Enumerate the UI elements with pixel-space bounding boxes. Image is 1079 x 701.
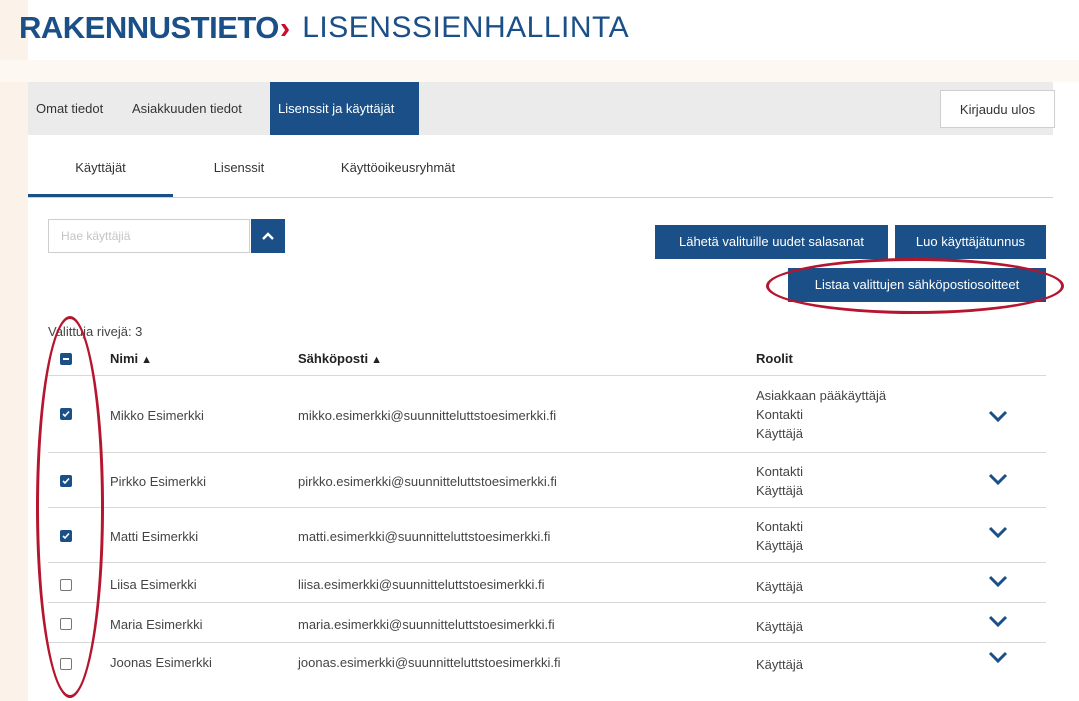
role-label: Kontakti (756, 407, 803, 422)
page-backdrop-left (0, 0, 28, 701)
user-roles: Kontakti Käyttäjä (756, 462, 803, 500)
role-label: Käyttäjä (756, 483, 803, 498)
user-name: Mikko Esimerkki (110, 408, 204, 423)
table-row[interactable]: Pirkko Esimerkki pirkko.esimerkki@suunni… (48, 453, 1046, 508)
column-header-email[interactable]: Sähköposti ▲︎ (298, 342, 382, 376)
user-email: mikko.esimerkki@suunnitteluttstoesimerkk… (298, 408, 557, 423)
column-header-roles: Roolit (756, 351, 793, 366)
selected-rows-count: Valittuja rivejä: 3 (48, 324, 143, 339)
column-header-email-label: Sähköposti (298, 351, 369, 366)
create-user-button[interactable]: Luo käyttäjätunnus (895, 225, 1046, 259)
column-header-name-label: Nimi (110, 351, 139, 366)
user-email: matti.esimerkki@suunnitteluttstoesimerkk… (298, 529, 551, 544)
select-all-checkbox[interactable] (60, 353, 72, 365)
search-input[interactable] (48, 219, 250, 253)
user-roles: Käyttäjä (756, 655, 803, 674)
user-roles: Käyttäjä (756, 577, 803, 596)
user-name: Pirkko Esimerkki (110, 474, 207, 489)
user-roles: Käyttäjä (756, 617, 803, 636)
role-label: Käyttäjä (756, 538, 803, 553)
chevron-up-icon (262, 232, 274, 240)
row-checkbox[interactable] (60, 618, 72, 630)
top-navigation: Omat tiedot Asiakkuuden tiedot Lisenssit… (28, 82, 1053, 135)
tab-omat-tiedot[interactable]: Omat tiedot (28, 82, 124, 135)
chevron-down-icon[interactable] (988, 409, 1008, 423)
tab-lisenssit-ja-kayttajat[interactable]: Lisenssit ja käyttäjät (270, 82, 419, 135)
user-name: Liisa Esimerkki (110, 577, 197, 592)
column-header-name[interactable]: Nimi ▲︎ (110, 342, 152, 376)
row-checkbox[interactable] (60, 530, 72, 542)
row-checkbox[interactable] (60, 475, 72, 487)
sort-icon[interactable]: ▲︎ (371, 354, 382, 366)
table-header: Nimi ▲︎ Sähköposti ▲︎ Roolit (48, 342, 1046, 376)
row-checkbox[interactable] (60, 579, 72, 591)
table-row[interactable]: Matti Esimerkki matti.esimerkki@suunnitt… (48, 508, 1046, 563)
role-label: Käyttäjä (756, 619, 803, 634)
send-passwords-button[interactable]: Lähetä valituille uudet salasanat (655, 225, 888, 259)
list-emails-button[interactable]: Listaa valittujen sähköpostiosoitteet (788, 268, 1046, 302)
checkmark-icon (62, 532, 70, 540)
subtab-kayttooikeusryhmat[interactable]: Käyttöoikeusryhmät (313, 145, 483, 197)
subtab-kayttajat[interactable]: Käyttäjät (28, 145, 173, 197)
table-row[interactable]: Mikko Esimerkki mikko.esimerkki@suunnitt… (48, 376, 1046, 453)
chevron-down-icon[interactable] (988, 614, 1008, 628)
app-header: RAKENNUSTIETO › LISENSSIENHALLINTA (19, 8, 629, 48)
role-label: Käyttäjä (756, 657, 803, 672)
subtab-lisenssit[interactable]: Lisenssit (186, 145, 292, 197)
tab-asiakkuuden-tiedot[interactable]: Asiakkuuden tiedot (124, 82, 270, 135)
chevron-down-icon[interactable] (988, 472, 1008, 486)
app-title: LISENSSIENHALLINTA (302, 11, 630, 44)
user-roles: Asiakkaan pääkäyttäjä Kontakti Käyttäjä (756, 386, 886, 443)
user-name: Joonas Esimerkki (110, 655, 212, 670)
checkmark-icon (62, 477, 70, 485)
logout-button[interactable]: Kirjaudu ulos (940, 90, 1055, 128)
role-label: Kontakti (756, 464, 803, 479)
brand-mark-icon: › (279, 10, 291, 45)
table-row[interactable]: Liisa Esimerkki liisa.esimerkki@suunnitt… (48, 563, 1046, 603)
row-checkbox[interactable] (60, 408, 72, 420)
user-name: Maria Esimerkki (110, 617, 203, 632)
table-row[interactable]: Maria Esimerkki maria.esimerkki@suunnitt… (48, 603, 1046, 643)
row-checkbox[interactable] (60, 658, 72, 670)
role-label: Käyttäjä (756, 579, 803, 594)
role-label: Asiakkaan pääkäyttäjä (756, 388, 887, 403)
sort-icon[interactable]: ▲︎ (141, 354, 152, 366)
chevron-down-icon[interactable] (988, 574, 1008, 588)
chevron-down-icon[interactable] (988, 650, 1008, 664)
search-toggle-button[interactable] (251, 219, 285, 253)
user-email: joonas.esimerkki@suunnitteluttstoesimerk… (298, 655, 561, 670)
table-row[interactable]: Joonas Esimerkki joonas.esimerkki@suunni… (48, 643, 1046, 683)
sub-tabs: Käyttäjät Lisenssit Käyttöoikeusryhmät (28, 145, 1053, 198)
page-backdrop-top (0, 60, 1079, 82)
user-email: maria.esimerkki@suunnitteluttstoesimerkk… (298, 617, 555, 632)
user-name: Matti Esimerkki (110, 529, 199, 544)
checkmark-icon (62, 410, 70, 418)
chevron-down-icon[interactable] (988, 525, 1008, 539)
role-label: Kontakti (756, 519, 803, 534)
user-roles: Kontakti Käyttäjä (756, 517, 803, 555)
user-email: liisa.esimerkki@suunnitteluttstoesimerkk… (298, 577, 545, 592)
user-email: pirkko.esimerkki@suunnitteluttstoesimerk… (298, 474, 557, 489)
indeterminate-mark-icon (63, 358, 69, 360)
role-label: Käyttäjä (756, 426, 803, 441)
brand-logo[interactable]: RAKENNUSTIETO (19, 10, 279, 46)
